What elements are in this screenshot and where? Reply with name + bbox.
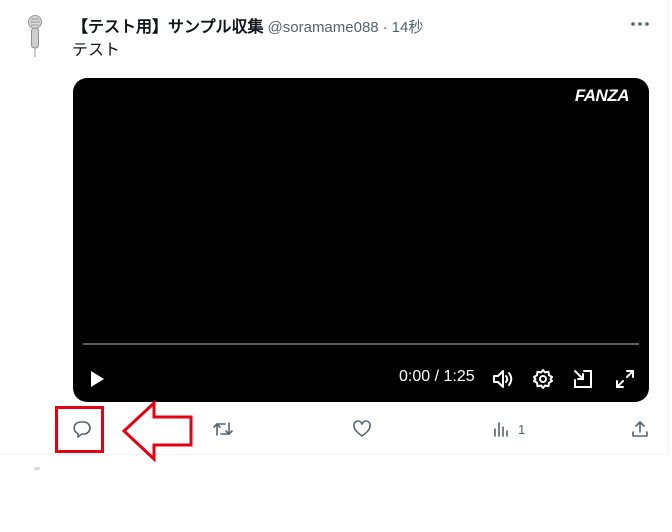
views-button[interactable]: 1 [492,414,525,444]
tweet-divider [0,454,668,455]
play-button[interactable] [87,368,107,390]
volume-button[interactable] [490,366,516,392]
left-arrow-annotation-icon [121,400,193,462]
video-watermark: FANZA [574,86,630,105]
tweet-card[interactable]: 【テスト用】サンプル収集 @soramame088 · 14秒 テスト FANZ… [0,0,669,455]
fullscreen-icon [616,370,634,388]
views-icon [494,422,508,437]
tweet-header: 【テスト用】サンプル収集 @soramame088 · 14秒 [72,13,424,37]
more-options-button[interactable] [625,12,655,36]
header-separator: · [382,19,388,36]
like-button[interactable] [352,414,380,444]
avatar[interactable] [20,14,50,58]
retweet-icon [213,422,233,436]
video-time-display: 0:00 / 1:25 [399,368,475,386]
more-icon [631,22,649,26]
tweet-text: テスト [72,42,121,59]
retweet-button[interactable] [212,414,242,444]
picture-in-picture-button[interactable] [570,366,596,392]
video-player[interactable]: FANZA 0:00 / 1:25 [73,78,649,402]
gear-icon [533,369,553,389]
fullscreen-button[interactable] [612,366,638,392]
volume-icon [493,370,513,388]
views-count: 1 [518,421,526,437]
share-button[interactable] [630,414,658,444]
pip-icon [574,370,592,388]
settings-button[interactable] [530,366,556,392]
display-name[interactable]: 【テスト用】サンプル収集 [72,13,264,37]
video-duration: 1:25 [443,368,475,385]
user-handle[interactable]: @soramame088 [268,19,379,36]
reply-highlight-box [55,406,104,453]
timestamp[interactable]: 14秒 [392,16,424,37]
video-progress-bar[interactable] [83,343,639,345]
heart-icon [353,420,371,437]
share-icon [632,421,648,437]
next-tweet-avatar [34,467,40,470]
video-time-separator: / [434,368,440,385]
video-current-time: 0:00 [399,368,431,385]
play-icon [91,371,104,387]
